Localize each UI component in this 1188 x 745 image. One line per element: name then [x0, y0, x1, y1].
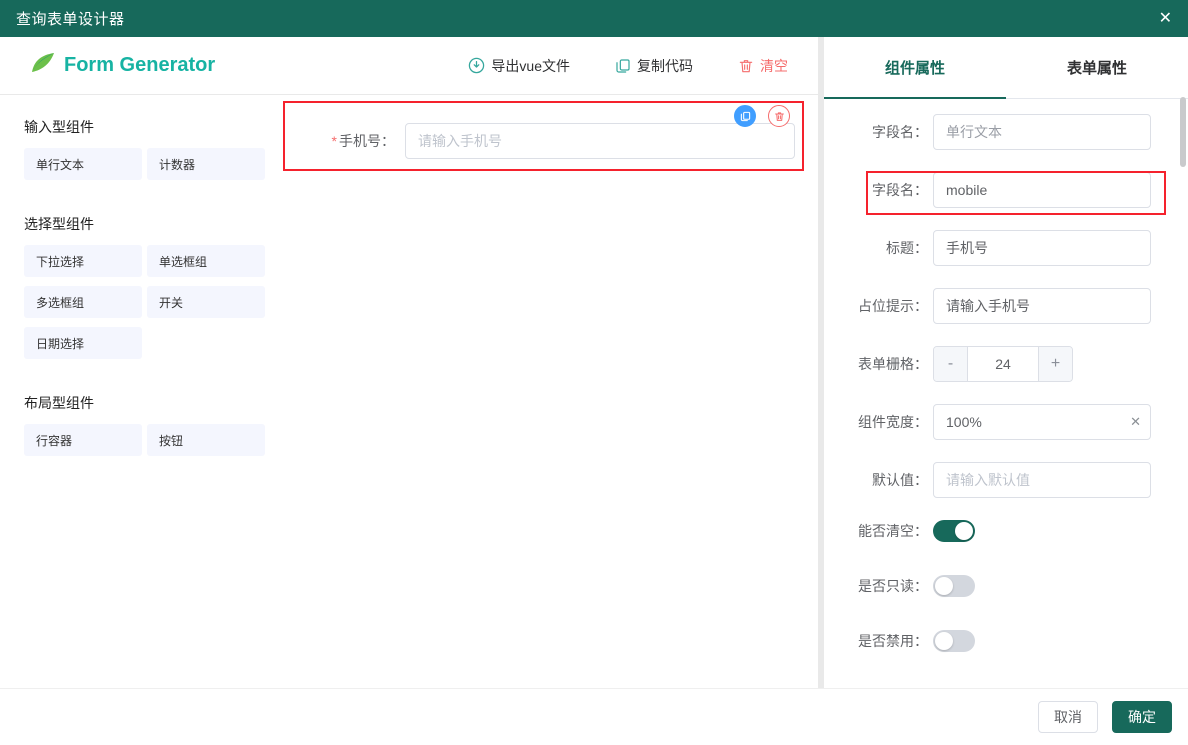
- stepper-increase-button[interactable]: +: [1038, 347, 1072, 381]
- form-field-mobile[interactable]: *手机号：: [277, 95, 818, 159]
- designer-header-row: Form Generator 导出vue文件: [0, 37, 818, 95]
- brand-logo: Form Generator: [30, 50, 215, 81]
- prop-label: 占位提示：: [824, 296, 928, 316]
- prop-row-title: 标题：: [824, 230, 1151, 266]
- duplicate-field-button[interactable]: [734, 105, 756, 127]
- prop-row-default-value: 默认值：: [824, 462, 1151, 498]
- drawing-board: *手机号：: [277, 95, 818, 688]
- component-item-button[interactable]: 按钮: [147, 424, 265, 456]
- dialog-footer: 取消 确定: [0, 688, 1188, 745]
- copy-icon: [615, 58, 631, 74]
- toggle-knob: [955, 522, 973, 540]
- scrollbar-thumb[interactable]: [1180, 97, 1186, 167]
- prop-row-grid: 表单栅格： - 24 +: [824, 346, 1151, 382]
- prop-label: 是否只读：: [824, 576, 928, 596]
- download-icon: [468, 57, 485, 74]
- delete-field-button[interactable]: [768, 105, 790, 127]
- component-library: 输入型组件 单行文本 计数器 选择型组件 下拉选择 单选框组 多选框组 开关: [0, 95, 277, 688]
- disabled-toggle[interactable]: [933, 630, 975, 652]
- prop-row-placeholder: 占位提示：: [824, 288, 1151, 324]
- title-input[interactable]: [933, 230, 1151, 266]
- tab-form-props[interactable]: 表单属性: [1006, 37, 1188, 98]
- export-vue-label: 导出vue文件: [491, 56, 570, 76]
- prop-row-field-name: 字段名：: [824, 172, 1151, 208]
- properties-panel: 组件属性 表单属性 字段名： 字段名： 标题： 占位提示：: [824, 37, 1188, 688]
- section-title: 布局型组件: [24, 393, 277, 413]
- cancel-button[interactable]: 取消: [1038, 701, 1098, 733]
- component-item-checkbox-group[interactable]: 多选框组: [24, 286, 142, 318]
- copy-code-button[interactable]: 复制代码: [615, 56, 693, 76]
- form-designer-dialog: 查询表单设计器 ✕ Form Generator: [0, 0, 1188, 745]
- prop-label: 字段名：: [824, 180, 928, 200]
- component-type-input[interactable]: [933, 114, 1151, 150]
- mobile-preview-input[interactable]: [405, 123, 795, 159]
- component-item-switch[interactable]: 开关: [147, 286, 265, 318]
- designer-left-area: Form Generator 导出vue文件: [0, 37, 818, 688]
- props-body: 字段名： 字段名： 标题： 占位提示： 表单栅格：: [824, 99, 1188, 688]
- prop-label: 字段名：: [824, 122, 928, 142]
- prop-row-width: 组件宽度： ✕: [824, 404, 1151, 440]
- tab-component-props[interactable]: 组件属性: [824, 37, 1006, 98]
- component-grid: 下拉选择 单选框组 多选框组 开关 日期选择: [24, 245, 265, 359]
- width-input-wrap: ✕: [933, 404, 1151, 440]
- component-grid: 行容器 按钮: [24, 424, 265, 456]
- placeholder-input[interactable]: [933, 288, 1151, 324]
- readonly-toggle[interactable]: [933, 575, 975, 597]
- default-value-input[interactable]: [933, 462, 1151, 498]
- props-tabs: 组件属性 表单属性: [824, 37, 1188, 99]
- clear-label: 清空: [760, 56, 788, 76]
- component-item-select[interactable]: 下拉选择: [24, 245, 142, 277]
- prop-label: 能否清空：: [824, 521, 928, 541]
- prop-row-readonly: 是否只读：: [824, 575, 1151, 597]
- stepper-decrease-button[interactable]: -: [934, 347, 968, 381]
- section-input-components: 输入型组件 单行文本 计数器: [24, 117, 277, 180]
- field-label: *手机号：: [317, 131, 395, 151]
- prop-label: 默认值：: [824, 470, 928, 490]
- component-grid: 单行文本 计数器: [24, 148, 265, 180]
- export-vue-button[interactable]: 导出vue文件: [468, 56, 570, 76]
- section-title: 选择型组件: [24, 214, 277, 234]
- clearable-toggle[interactable]: [933, 520, 975, 542]
- prop-row-component-type: 字段名：: [824, 114, 1151, 150]
- brand-name: Form Generator: [64, 54, 215, 77]
- width-input[interactable]: [933, 404, 1151, 440]
- dialog-content: Form Generator 导出vue文件: [0, 37, 1188, 688]
- component-item-radio-group[interactable]: 单选框组: [147, 245, 265, 277]
- section-select-components: 选择型组件 下拉选择 单选框组 多选框组 开关 日期选择: [24, 214, 277, 359]
- prop-label: 标题：: [824, 238, 928, 258]
- component-item-row-container[interactable]: 行容器: [24, 424, 142, 456]
- component-item-date-picker[interactable]: 日期选择: [24, 327, 142, 359]
- designer-work-row: 输入型组件 单行文本 计数器 选择型组件 下拉选择 单选框组 多选框组 开关: [0, 95, 818, 688]
- stepper-value[interactable]: 24: [968, 347, 1038, 381]
- toggle-knob: [935, 632, 953, 650]
- prop-row-clearable: 能否清空：: [824, 520, 1151, 542]
- section-layout-components: 布局型组件 行容器 按钮: [24, 393, 277, 456]
- component-item-counter[interactable]: 计数器: [147, 148, 265, 180]
- grid-stepper: - 24 +: [933, 346, 1073, 382]
- prop-label: 是否禁用：: [824, 631, 928, 651]
- confirm-button[interactable]: 确定: [1112, 701, 1172, 733]
- prop-row-disabled: 是否禁用：: [824, 630, 1151, 652]
- prop-label: 表单栅格：: [824, 354, 928, 374]
- component-item-single-line-text[interactable]: 单行文本: [24, 148, 142, 180]
- dialog-title: 查询表单设计器: [16, 8, 125, 29]
- clear-input-icon[interactable]: ✕: [1130, 414, 1141, 430]
- prop-label: 组件宽度：: [824, 412, 928, 432]
- copy-code-label: 复制代码: [637, 56, 693, 76]
- dialog-titlebar: 查询表单设计器 ✕: [0, 0, 1188, 37]
- toggle-knob: [935, 577, 953, 595]
- close-icon[interactable]: ✕: [1159, 11, 1172, 27]
- clear-button[interactable]: 清空: [738, 56, 788, 76]
- section-title: 输入型组件: [24, 117, 277, 137]
- field-name-input[interactable]: [933, 172, 1151, 208]
- trash-icon: [738, 58, 754, 74]
- required-mark: *: [332, 133, 337, 149]
- leaf-icon: [30, 50, 56, 81]
- canvas-toolbar: 导出vue文件 复制代码: [468, 56, 788, 76]
- field-action-buttons: [734, 105, 790, 127]
